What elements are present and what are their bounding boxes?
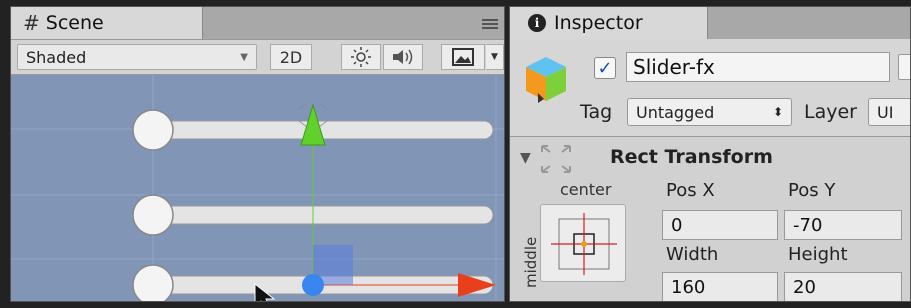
tab-scene[interactable]: # Scene <box>11 7 203 39</box>
lighting-toggle-button[interactable] <box>341 44 381 70</box>
scene-panel: # Scene Shaded ▼ 2D ▼ <box>10 6 505 302</box>
height-label: Height <box>788 244 848 265</box>
pos-y-field[interactable]: -70 <box>784 210 902 240</box>
rect-transform-component: ▼ Rect Transform center middle Pos X Pos… <box>510 138 910 301</box>
inspector-tab-label: Inspector <box>554 12 643 34</box>
effects-toggle-button[interactable] <box>441 44 485 70</box>
active-checkbox[interactable]: ✓ <box>594 57 616 79</box>
chevron-down-icon: ▼ <box>240 51 248 63</box>
info-icon: i <box>528 14 546 32</box>
anchor-horizontal-label: center <box>560 180 612 199</box>
foldout-arrow-icon[interactable]: ▼ <box>520 150 531 166</box>
tag-value: Untagged <box>636 102 715 122</box>
audio-toggle-button[interactable] <box>383 44 423 70</box>
pos-x-field[interactable]: 0 <box>662 210 778 240</box>
scene-viewport[interactable] <box>11 75 504 301</box>
2d-mode-button[interactable]: 2D <box>270 44 312 70</box>
scene-tab-bar: # Scene <box>11 7 504 39</box>
gameobject-cube-icon <box>526 57 566 103</box>
pos-x-label: Pos X <box>666 180 715 201</box>
inspector-panel: i Inspector ✓ Slider-fx Tag Untagged ⬍ L… <box>509 6 911 302</box>
updown-arrow-icon: ⬍ <box>772 105 783 119</box>
anchor-vertical-label: middle <box>522 236 540 288</box>
shading-mode-dropdown[interactable]: Shaded ▼ <box>17 44 257 70</box>
effects-dropdown-arrow[interactable]: ▼ <box>486 44 504 70</box>
width-field[interactable]: 160 <box>662 272 778 301</box>
rect-transform-title: Rect Transform <box>610 146 773 168</box>
menu-icon[interactable] <box>482 19 498 31</box>
scene-canvas <box>11 75 504 301</box>
sun-icon <box>351 47 371 67</box>
pos-y-label: Pos Y <box>788 180 836 201</box>
scene-tab-label: Scene <box>45 12 104 34</box>
tag-dropdown[interactable]: Untagged ⬍ <box>627 98 792 126</box>
tab-inspector[interactable]: i Inspector <box>510 7 708 39</box>
rect-transform-icon <box>541 145 571 173</box>
gameobject-name-field[interactable]: Slider-fx <box>626 52 890 82</box>
static-checkbox[interactable] <box>898 54 910 80</box>
width-label: Width <box>666 244 719 265</box>
gameobject-header: ✓ Slider-fx Tag Untagged ⬍ Layer UI <box>510 39 910 137</box>
layer-dropdown[interactable]: UI <box>868 98 910 126</box>
layer-value: UI <box>877 102 894 122</box>
shading-mode-label: Shaded <box>26 47 87 67</box>
image-icon <box>452 48 474 66</box>
anchor-preset-button[interactable] <box>540 204 626 282</box>
tag-label: Tag <box>580 101 613 123</box>
anchor-preset-icon <box>551 213 617 275</box>
height-field[interactable]: 20 <box>784 272 902 301</box>
scene-toolbar: Shaded ▼ 2D ▼ <box>11 39 504 75</box>
speaker-icon <box>393 49 413 65</box>
center-handle <box>302 274 324 296</box>
inspector-tab-bar: i Inspector <box>510 7 910 39</box>
layer-label: Layer <box>804 101 857 123</box>
hash-icon: # <box>23 11 40 35</box>
